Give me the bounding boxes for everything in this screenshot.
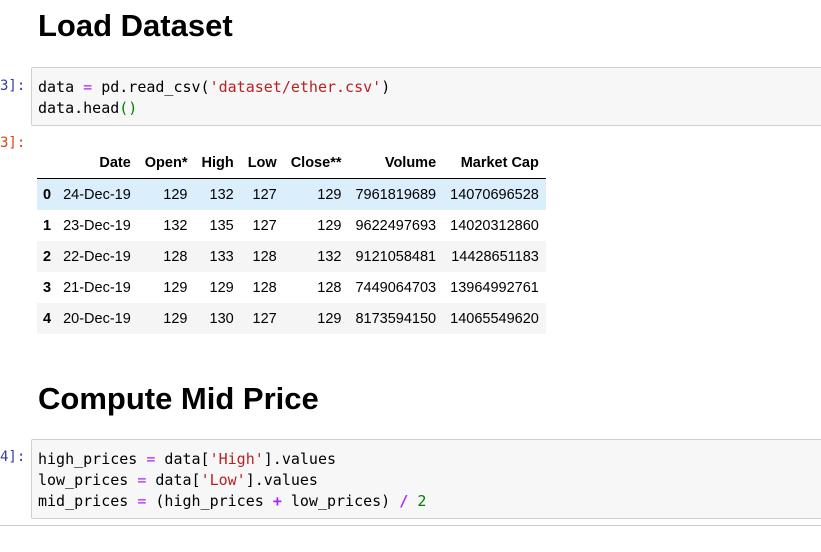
heading-load-dataset: Load Dataset (38, 8, 233, 43)
cell-volume: 7449064703 (355, 279, 437, 296)
cell-close: 129 (317, 186, 342, 203)
output-prompt-3: 3]: (0, 135, 26, 151)
cell-volume: 9622497693 (355, 217, 437, 234)
code-cell-load-data[interactable]: data = pd.read_csv('dataset/ether.csv') … (31, 67, 821, 126)
row-index: 0 (43, 186, 52, 203)
table-row[interactable]: 0 24-Dec-19 129 132 127 129 7961819689 1… (37, 178, 546, 210)
column-header-low: Low (240, 148, 284, 179)
table-header-row: Date Open* High Low Close** Volume Marke… (37, 148, 546, 179)
cell-date: 22-Dec-19 (63, 248, 131, 265)
table-row[interactable]: 2 22-Dec-19 128 133 128 132 9121058481 1… (37, 241, 546, 272)
heading-compute-mid-price: Compute Mid Price (38, 381, 319, 416)
index-header (37, 148, 58, 179)
column-header-market-cap: Market Cap (443, 148, 546, 179)
cell-close: 128 (317, 279, 342, 296)
cell-close: 129 (317, 310, 342, 327)
cell-volume: 7961819689 (355, 186, 437, 203)
cell-market-cap: 14065549620 (450, 310, 539, 327)
cell-low: 127 (252, 186, 277, 203)
column-header-open: Open* (137, 148, 195, 179)
cell-market-cap: 14070696528 (450, 186, 539, 203)
cell-date: 20-Dec-19 (63, 310, 131, 327)
cell-high: 133 (209, 248, 234, 265)
column-header-date: Date (57, 148, 138, 179)
row-index: 2 (43, 248, 52, 265)
table-row[interactable]: 4 20-Dec-19 129 130 127 129 8173594150 1… (37, 303, 546, 334)
code-cell-mid-price[interactable]: high_prices = data['High'].values low_pr… (31, 439, 821, 519)
table-row[interactable]: 3 21-Dec-19 129 129 128 128 7449064703 1… (37, 272, 546, 303)
cell-high: 135 (209, 217, 234, 234)
column-header-close: Close** (283, 148, 349, 179)
cell-market-cap: 14020312860 (450, 217, 539, 234)
cell-open: 128 (163, 248, 188, 265)
code-line: data.head() (38, 99, 138, 117)
cell-high: 129 (209, 279, 234, 296)
code-line: mid_prices = (high_prices + low_prices) … (38, 492, 427, 510)
cell-open: 132 (163, 217, 188, 234)
input-prompt-3: 3]: (0, 78, 26, 94)
row-index: 4 (43, 310, 52, 327)
cell-high: 132 (209, 186, 234, 203)
cell-low: 128 (252, 248, 277, 265)
cell-market-cap: 14428651183 (451, 248, 539, 265)
cell-market-cap: 13964992761 (450, 279, 539, 296)
cell-date: 24-Dec-19 (63, 186, 131, 203)
cell-date: 21-Dec-19 (63, 279, 131, 296)
row-index: 1 (43, 217, 52, 234)
cell-volume: 8173594150 (355, 310, 437, 327)
cell-close: 129 (317, 217, 342, 234)
code-line: data = pd.read_csv('dataset/ether.csv') (38, 78, 391, 96)
cell-divider (0, 525, 821, 526)
column-header-volume: Volume (348, 148, 444, 179)
code-line: high_prices = data['High'].values (38, 450, 337, 468)
code-line: low_prices = data['Low'].values (38, 471, 318, 489)
cell-high: 130 (209, 310, 234, 327)
cell-low: 127 (252, 217, 277, 234)
cell-low: 127 (252, 310, 277, 327)
column-header-high: High (194, 148, 241, 179)
cell-low: 128 (252, 279, 277, 296)
input-prompt-4: 4]: (0, 449, 26, 465)
cell-close: 132 (317, 248, 342, 265)
cell-volume: 9121058481 (355, 248, 437, 265)
cell-open: 129 (163, 279, 188, 296)
table-row[interactable]: 1 23-Dec-19 132 135 127 129 9622497693 1… (37, 210, 546, 241)
cell-date: 23-Dec-19 (63, 217, 131, 234)
dataframe-table: Date Open* High Low Close** Volume Marke… (37, 148, 546, 334)
row-index: 3 (43, 279, 52, 296)
cell-open: 129 (163, 186, 188, 203)
cell-open: 129 (163, 310, 188, 327)
